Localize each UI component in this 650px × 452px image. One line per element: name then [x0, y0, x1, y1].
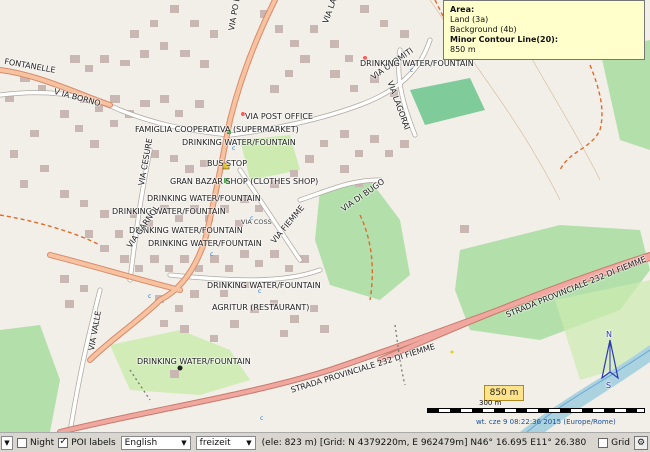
- language-select[interactable]: English ▼: [120, 435, 191, 450]
- label-via-coss: VIA COSS: [241, 218, 272, 226]
- info-area-line1: Land (3a): [450, 15, 489, 24]
- label-drinking-water-1: DRINKING WATER/FOUNTAIN: [182, 138, 296, 147]
- label-drinking-water-3: DRINKING WATER/FOUNTAIN: [112, 207, 226, 216]
- scale-bar: 300 m: [427, 399, 645, 414]
- grid-label: Grid: [611, 437, 630, 448]
- chevron-down-icon: ▼: [181, 438, 187, 447]
- label-bus-stop: BUS STOP: [207, 159, 248, 168]
- map-style-select-value: freizeit: [199, 437, 231, 448]
- grid-checkbox[interactable]: [598, 437, 609, 448]
- label-drinking-water-2: DRINKING WATER/FOUNTAIN: [147, 194, 261, 203]
- compass-s-label: S: [606, 381, 612, 390]
- chevron-down-icon: ▼: [4, 438, 10, 447]
- chevron-down-icon: ▼: [246, 438, 252, 447]
- scale-label: 300 m: [479, 399, 502, 407]
- svg-text:c: c: [410, 67, 413, 74]
- scale-bar-graphic: [427, 408, 645, 413]
- label-drinking-water-6: DRINKING WATER/FOUNTAIN: [207, 281, 321, 290]
- label-agritur: AGRITUR (RESTAURANT): [212, 303, 310, 312]
- label-post-office: VIA POST OFFICE: [245, 112, 313, 121]
- map-view[interactable]: cc cc cc cc VIA PO LIGO VIA LA VIA OLOMI…: [0, 0, 650, 432]
- status-bar: ▼ Night POI labels English ▼ freizeit ▼ …: [0, 432, 650, 452]
- info-contour-heading: Minor Contour Line(20):: [450, 35, 559, 44]
- poi-labels-label: POI labels: [71, 437, 116, 448]
- svg-text:c: c: [260, 415, 263, 422]
- menu-dropdown-button[interactable]: ▼: [1, 435, 13, 450]
- info-contour-value: 850 m: [450, 45, 476, 54]
- info-area-heading: Area:: [450, 5, 475, 14]
- svg-text:c: c: [148, 293, 151, 300]
- svg-text:c: c: [210, 251, 213, 258]
- poi-labels-checkbox[interactable]: [58, 436, 69, 448]
- label-drinking-water-5: DRINKING WATER/FOUNTAIN: [148, 239, 262, 248]
- label-famiglia-cooperativa: FAMIGLIA COOPERATIVA (SUPERMARKET): [135, 125, 299, 134]
- compass-n-label: N: [606, 330, 612, 339]
- coordinates-readout: (ele: 823 m) [Grid: N 4379220m, E 962479…: [261, 437, 587, 448]
- language-select-value: English: [124, 437, 158, 448]
- night-checkbox[interactable]: [17, 437, 27, 448]
- label-gran-bazar: GRAN BAZAR SHOP (CLOTHES SHOP): [170, 177, 319, 186]
- map-style-select[interactable]: freizeit ▼: [195, 435, 256, 450]
- map-canvas: cc cc cc cc: [0, 0, 650, 432]
- night-label: Night: [30, 437, 55, 448]
- feature-info-panel: Area: Land (3a) Background (4b) Minor Co…: [443, 0, 645, 60]
- grid-toggle[interactable]: Grid ⚙: [594, 435, 648, 450]
- settings-tool-icon[interactable]: ⚙: [634, 435, 648, 450]
- label-drinking-water-7: DRINKING WATER/FOUNTAIN: [137, 357, 251, 366]
- map-timestamp: wt. cze 9 08:22:36 2015 (Europe/Rome): [476, 418, 616, 426]
- info-area-line2: Background (4b): [450, 25, 517, 34]
- label-drinking-water-top: DRINKING WATER/FOUNTAIN: [360, 59, 474, 68]
